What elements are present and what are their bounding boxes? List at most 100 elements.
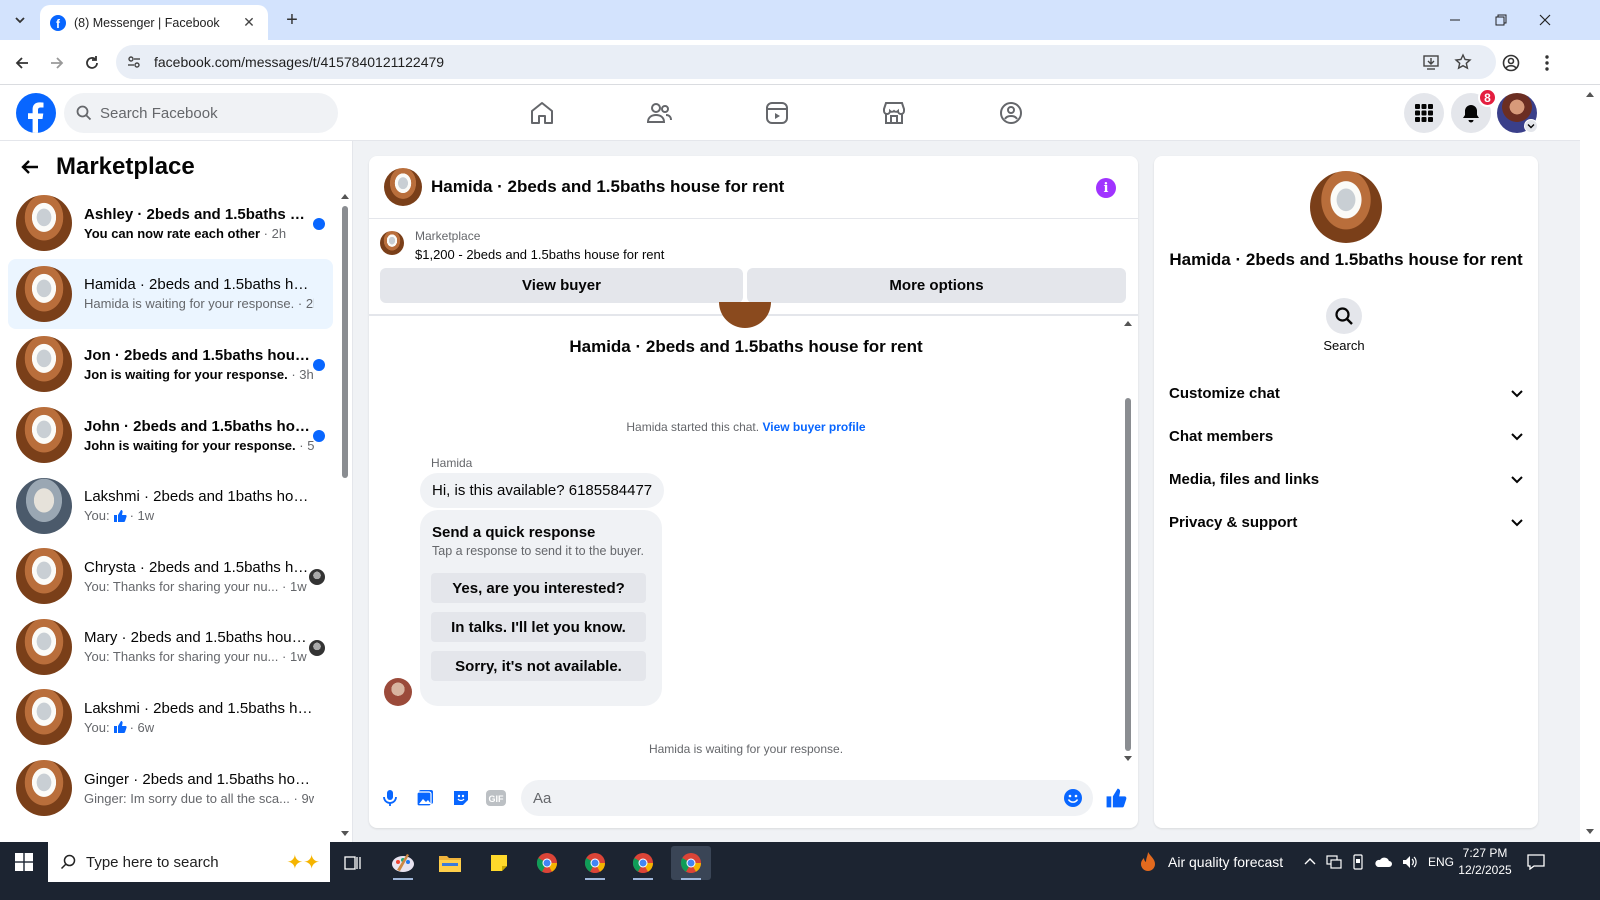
conversation-time: · 1w	[129, 508, 155, 524]
volume-icon[interactable]	[1402, 855, 1418, 869]
conversation-item[interactable]: Chrysta · 2beds and 1.5baths house for r…	[8, 541, 333, 612]
facebook-search-input[interactable]: Search Facebook	[64, 93, 338, 133]
browser-tab[interactable]: f (8) Messenger | Facebook ✕	[40, 5, 268, 40]
start-button[interactable]	[0, 842, 48, 882]
chat-title[interactable]: Hamida · 2beds and 1.5baths house for re…	[431, 177, 784, 197]
listing-title[interactable]: $1,200 - 2beds and 1.5baths house for re…	[415, 247, 664, 262]
chrome-active-button[interactable]	[671, 846, 711, 880]
tab-search-dropdown[interactable]	[8, 8, 32, 32]
chevron-up-icon[interactable]	[1304, 856, 1316, 868]
conversation-item-active[interactable]: Hamida · 2beds and 1.5baths house for re…	[8, 258, 333, 330]
scroll-up-icon	[341, 194, 349, 199]
onedrive-cloud-icon[interactable]	[1374, 856, 1392, 868]
search-in-conversation-button[interactable]	[1326, 298, 1362, 334]
conversation-item[interactable]: Ginger · 2beds and 1.5baths house for re…	[8, 753, 333, 824]
reload-button[interactable]	[79, 50, 105, 76]
chat-scrollbar[interactable]	[1121, 316, 1135, 766]
quick-reply-button[interactable]: In talks. I'll let you know.	[431, 612, 646, 642]
listing-thumbnail	[16, 548, 72, 605]
chrome-profile-button[interactable]	[623, 846, 663, 880]
menu-grid-button[interactable]	[1404, 93, 1444, 133]
conversation-name: Mary · 2beds and 1.5baths house for rent	[84, 629, 314, 647]
taskbar-search-input[interactable]: Type here to search ✦✦	[48, 842, 330, 882]
conversation-item[interactable]: John · 2beds and 1.5baths house for rent…	[8, 400, 333, 471]
search-highlight-icon: ✦✦	[286, 852, 320, 874]
conversation-item[interactable]: Jon · 2beds and 1.5baths house for rent …	[8, 329, 333, 400]
page-scrollbar[interactable]	[1580, 85, 1600, 842]
conversation-sidebar: Marketplace Ashley · 2beds and 1.5baths …	[0, 141, 353, 842]
weather-widget[interactable]: Air quality forecast	[1138, 842, 1283, 882]
close-icon	[1539, 14, 1551, 26]
chat-avatar[interactable]	[384, 168, 422, 206]
conversation-item[interactable]: Mary · 2beds and 1.5baths house for rent…	[8, 612, 333, 683]
message-input-placeholder: Aa	[533, 789, 552, 807]
address-bar[interactable]: facebook.com/messages/t/4157840121122479	[116, 45, 1496, 79]
meet-now-icon[interactable]	[1352, 854, 1364, 870]
browser-menu-button[interactable]	[1534, 50, 1560, 76]
more-options-button[interactable]: More options	[747, 268, 1126, 303]
microphone-icon[interactable]	[378, 786, 402, 810]
close-window-button[interactable]	[1522, 0, 1568, 40]
media-files-links-section[interactable]: Media, files and links	[1169, 463, 1524, 495]
chrome-app-button[interactable]	[527, 846, 567, 880]
bookmark-star-icon	[1454, 53, 1472, 70]
quick-response-title: Send a quick response	[432, 524, 596, 541]
customize-chat-section[interactable]: Customize chat	[1169, 377, 1524, 409]
section-label: Chat members	[1169, 427, 1274, 445]
back-button[interactable]	[9, 50, 35, 76]
minimize-button[interactable]	[1432, 0, 1478, 40]
task-view-icon	[344, 856, 361, 870]
emoji-icon[interactable]	[1063, 788, 1083, 808]
quick-reply-button[interactable]: Yes, are you interested?	[431, 573, 646, 603]
sender-name: Hamida	[431, 456, 473, 470]
back-arrow-icon[interactable]	[20, 157, 40, 177]
sticker-icon[interactable]	[449, 786, 473, 810]
sidebar-scrollbar[interactable]	[340, 193, 350, 841]
conversation-preview: You: Thanks for sharing your nu...	[84, 649, 279, 665]
search-icon	[76, 105, 92, 121]
notifications-center-button[interactable]	[1524, 842, 1548, 882]
restore-button[interactable]	[1478, 0, 1524, 40]
file-explorer-button[interactable]	[430, 846, 470, 880]
minimize-icon	[1450, 19, 1460, 21]
info-icon[interactable]: i	[1096, 178, 1116, 198]
quick-reply-button[interactable]: Sorry, it's not available.	[431, 651, 646, 681]
taskbar-clock[interactable]: 7:27 PM 12/2/2025	[1450, 845, 1520, 879]
account-chevron-icon[interactable]	[1524, 119, 1538, 133]
svg-text:GIF: GIF	[489, 794, 505, 804]
view-buyer-button[interactable]: View buyer	[380, 268, 743, 303]
view-buyer-profile-link[interactable]: View buyer profile	[762, 420, 865, 434]
home-nav-button[interactable]	[526, 97, 558, 129]
conversation-item[interactable]: Lakshmi · 2beds and 1baths house for ren…	[8, 470, 333, 541]
paint-app-button[interactable]	[383, 846, 423, 880]
video-nav-button[interactable]	[761, 97, 793, 129]
sticky-notes-button[interactable]	[479, 846, 519, 880]
chat-header: Hamida · 2beds and 1.5baths house for re…	[369, 156, 1138, 219]
close-tab-icon[interactable]: ✕	[240, 14, 258, 32]
marketplace-nav-button[interactable]	[878, 97, 910, 129]
sender-avatar	[384, 678, 412, 706]
gif-icon[interactable]: GIF	[484, 786, 508, 810]
privacy-support-section[interactable]: Privacy & support	[1169, 506, 1524, 538]
friends-nav-button[interactable]	[643, 97, 675, 129]
scroll-up-icon	[1124, 321, 1132, 326]
conversation-item[interactable]: Ashley · 2beds and 1.5baths house for re…	[8, 188, 333, 259]
conversation-time: · 9w	[293, 790, 314, 806]
clock-date: 12/2/2025	[1458, 863, 1512, 877]
profile-button[interactable]	[1498, 50, 1524, 76]
sidebar-scroll-thumb[interactable]	[342, 206, 348, 478]
message-input[interactable]: Aa	[521, 780, 1093, 816]
facebook-logo-icon[interactable]	[16, 93, 56, 133]
chat-members-section[interactable]: Chat members	[1169, 420, 1524, 452]
search-label: Search	[1323, 338, 1365, 353]
chrome-profile-button[interactable]	[575, 846, 615, 880]
task-view-button[interactable]	[333, 846, 373, 880]
conversation-item[interactable]: Lakshmi · 2beds and 1.5baths house for r…	[8, 682, 333, 753]
photo-icon[interactable]	[413, 786, 437, 810]
like-button[interactable]	[1104, 786, 1128, 810]
gaming-nav-button[interactable]	[995, 97, 1027, 129]
chat-scroll-thumb[interactable]	[1125, 398, 1131, 751]
new-tab-button[interactable]: +	[280, 8, 304, 32]
network-icon[interactable]	[1326, 855, 1342, 869]
forward-button[interactable]	[44, 50, 70, 76]
